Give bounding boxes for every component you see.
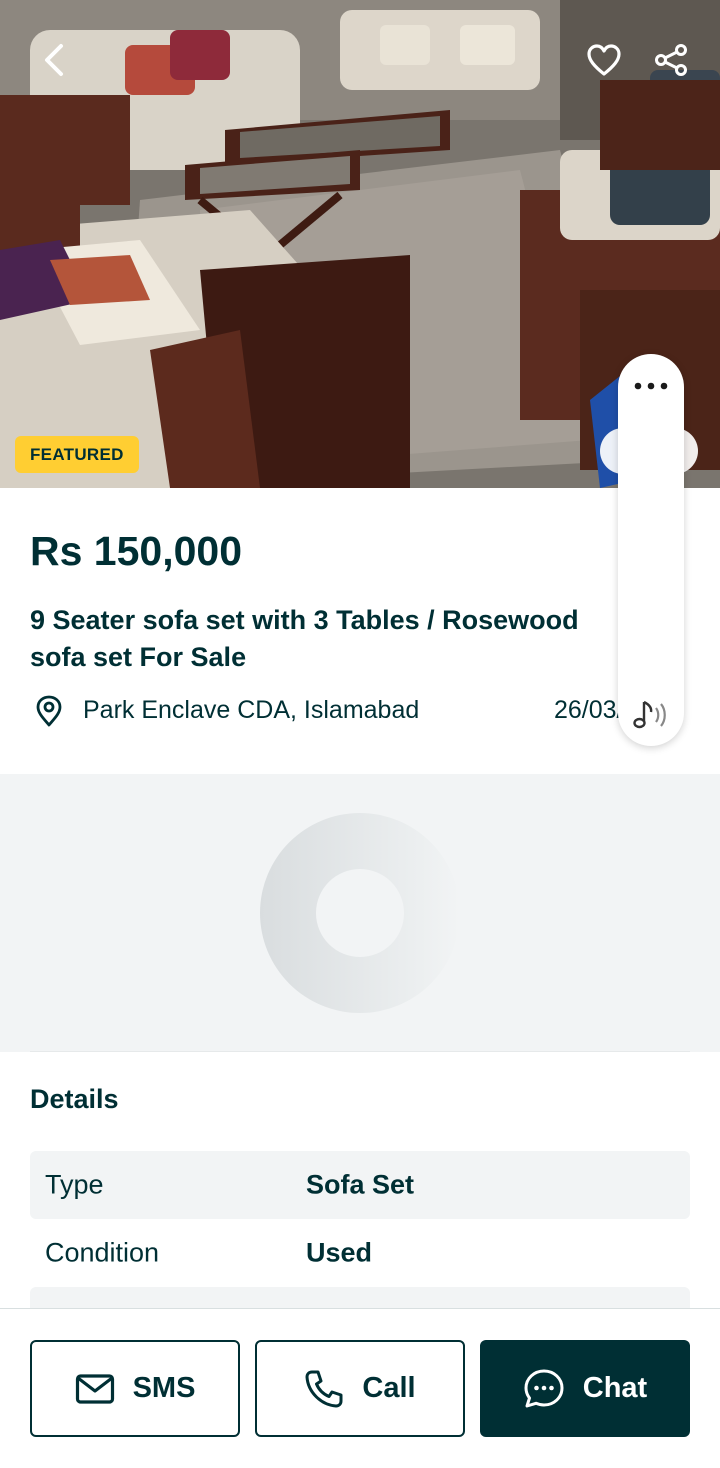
call-button-label: Call [362,1372,416,1404]
location-map[interactable] [0,774,720,1052]
sms-button[interactable]: SMS [30,1340,240,1437]
detail-value: Sofa Set [306,1169,415,1200]
chat-bubble-icon [524,1369,564,1407]
contact-action-bar: SMS Call Chat [0,1308,720,1468]
loading-spinner-icon [260,813,460,1013]
heart-icon [587,44,621,76]
sms-button-label: SMS [132,1372,196,1404]
share-icon [655,44,687,76]
listing-title: 9 Seater sofa set with 3 Tables / Rosewo… [30,605,579,672]
chevron-left-icon [45,44,63,76]
detail-row-condition: Condition Used [30,1219,690,1287]
mail-icon [75,1373,114,1404]
listing-location: Park Enclave CDA, Islamabad [83,696,420,724]
phone-icon [305,1370,343,1407]
chat-button[interactable]: Chat [480,1340,690,1437]
back-button[interactable] [28,32,84,88]
detail-label: Condition [45,1237,160,1268]
location-pin-icon [36,695,62,727]
floating-tools-panel[interactable] [618,354,684,746]
audio-button[interactable] [618,692,684,738]
music-note-icon [633,700,666,729]
detail-row-type: Type Sofa Set [30,1151,690,1219]
detail-label: Type [45,1169,104,1200]
featured-badge: FEATURED [15,436,139,473]
more-horizontal-icon [634,382,668,390]
more-options-button[interactable] [618,366,684,406]
share-button[interactable] [643,32,699,88]
listing-photo-gallery[interactable]: FEATURED [0,0,720,488]
listing-price: Rs 150,000 [30,528,243,574]
favorite-button[interactable] [576,32,632,88]
call-button[interactable]: Call [255,1340,465,1437]
chat-button-label: Chat [582,1372,648,1404]
detail-value: Used [306,1237,373,1268]
details-heading: Details [30,1084,119,1114]
section-divider [30,1051,690,1052]
